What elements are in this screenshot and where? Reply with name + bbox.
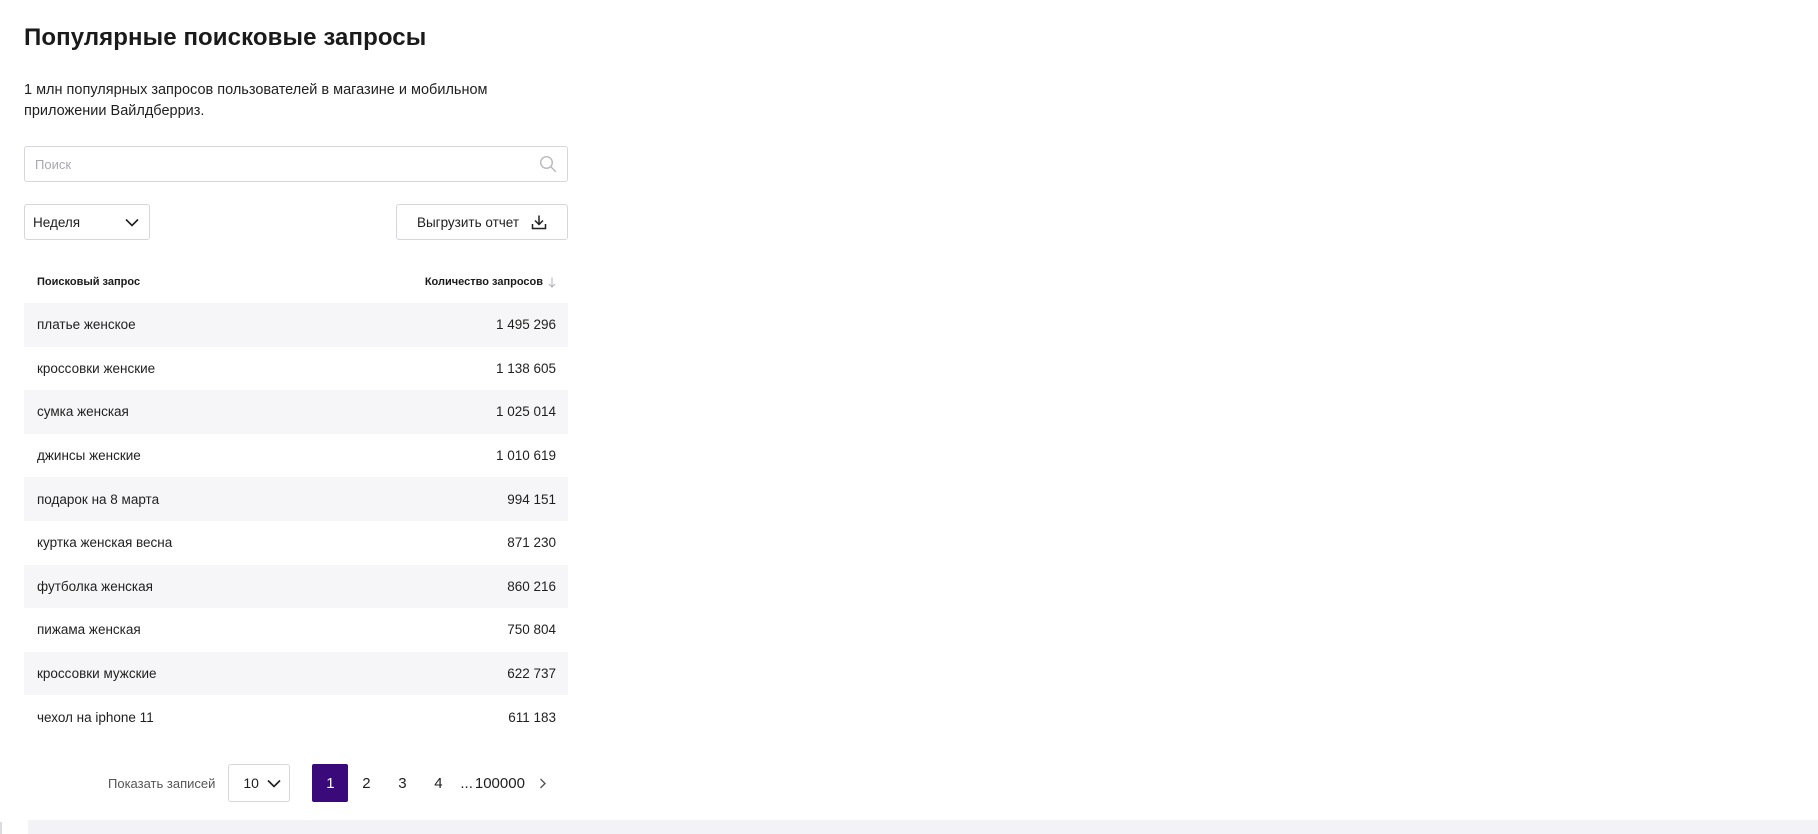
column-header-count-label: Количество запросов xyxy=(424,276,543,288)
next-page-button[interactable] xyxy=(531,764,555,802)
count-cell: 1 138 605 xyxy=(495,360,556,376)
arrow-down-icon xyxy=(548,277,556,288)
table-row[interactable]: куртка женская весна 871 230 xyxy=(24,521,568,565)
query-cell: джинсы женские xyxy=(37,448,141,464)
table-row[interactable]: кроссовки мужские 622 737 xyxy=(24,651,568,696)
left-edge-mark xyxy=(0,822,2,834)
export-report-button[interactable]: Выгрузить отчет xyxy=(396,204,568,240)
page-button-1[interactable]: 1 xyxy=(312,764,349,802)
download-icon xyxy=(531,215,547,230)
search-box xyxy=(24,146,568,182)
table-row[interactable]: платье женское 1 495 296 xyxy=(24,303,568,347)
query-cell: пижама женская xyxy=(37,622,141,638)
count-cell: 1 495 296 xyxy=(495,317,556,333)
table-row[interactable]: пижама женская 750 804 xyxy=(24,608,568,652)
query-cell: платье женское xyxy=(37,317,136,333)
table-row[interactable]: чехол на iphone 11 611 183 xyxy=(24,695,568,739)
pagination-ellipsis: ... xyxy=(460,774,473,792)
count-cell: 611 183 xyxy=(508,709,556,725)
table-row[interactable]: джинсы женские 1 010 619 xyxy=(24,434,568,478)
count-cell: 1 025 014 xyxy=(495,404,556,420)
table-header: Поисковый запрос Количество запросов xyxy=(24,268,568,296)
search-icon[interactable] xyxy=(539,155,557,173)
count-cell: 860 216 xyxy=(507,578,556,594)
table-body: платье женское 1 495 296 кроссовки женски… xyxy=(24,303,568,739)
per-page-select[interactable]: 10 xyxy=(228,764,291,802)
page-button-4[interactable]: 4 xyxy=(420,764,456,802)
page-button-last[interactable]: 100000 xyxy=(475,764,531,802)
period-select-value: Неделя xyxy=(33,214,81,230)
query-cell: куртка женская весна xyxy=(37,535,173,551)
page-description: 1 млн популярных запросов пользователей … xyxy=(24,82,488,119)
page-button-2[interactable]: 2 xyxy=(348,764,384,802)
table-row[interactable]: кроссовки женские 1 138 605 xyxy=(24,347,568,391)
per-page-label: Показать записей xyxy=(108,775,216,791)
period-select[interactable]: Неделя xyxy=(24,204,150,240)
count-cell: 1 010 619 xyxy=(495,448,556,464)
page-button-3[interactable]: 3 xyxy=(384,764,420,802)
count-cell: 871 230 xyxy=(507,535,556,551)
query-cell: сумка женская xyxy=(37,404,129,420)
query-cell: футболка женская xyxy=(37,578,153,594)
pagination: Показать записей 10 1 2 3 4 ... 100000 xyxy=(108,764,555,802)
query-cell: чехол на iphone 11 xyxy=(37,709,154,725)
table-row[interactable]: футболка женская 860 216 xyxy=(24,564,568,609)
count-cell: 994 151 xyxy=(507,491,556,507)
chevron-right-icon xyxy=(540,778,547,788)
footer-band xyxy=(28,820,1818,834)
table-row[interactable]: подарок на 8 марта 994 151 xyxy=(24,477,568,521)
search-input[interactable] xyxy=(25,147,539,181)
count-cell: 622 737 xyxy=(507,666,556,682)
chevron-down-icon xyxy=(267,779,281,788)
query-cell: кроссовки мужские xyxy=(37,666,157,682)
table-row[interactable]: сумка женская 1 025 014 xyxy=(24,390,568,434)
page-title: Популярные поисковые запросы xyxy=(24,24,427,51)
column-header-query: Поисковый запрос xyxy=(37,276,141,288)
per-page-value: 10 xyxy=(243,775,259,791)
count-cell: 750 804 xyxy=(507,622,556,638)
chevron-down-icon xyxy=(125,218,139,227)
query-cell: подарок на 8 марта xyxy=(37,491,160,507)
column-header-count[interactable]: Количество запросов xyxy=(425,276,556,288)
export-report-label: Выгрузить отчет xyxy=(416,214,520,230)
query-cell: кроссовки женские xyxy=(37,360,156,376)
